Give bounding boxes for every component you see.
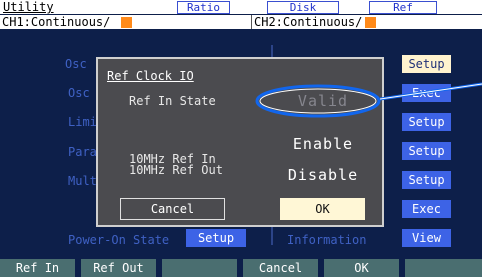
fkey-ok[interactable]: OK <box>324 259 399 277</box>
header-bar: Utility Ratio Disk Ref <box>0 0 482 14</box>
ch1-marker <box>121 17 132 28</box>
tab-ref[interactable]: Ref <box>369 1 437 14</box>
view-button[interactable]: View <box>402 229 451 247</box>
setup-button-2[interactable]: Setup <box>402 113 451 131</box>
channel-divider <box>251 15 252 29</box>
dialog-title: Ref Clock IO <box>107 69 194 83</box>
ref-in-state-value: Valid <box>297 92 349 110</box>
menu-label-osc-1: Osc <box>65 57 87 71</box>
setup-button-3[interactable]: Setup <box>402 142 451 160</box>
channel-status-bar: CH1:Continuous/ CH2:Continuous/ <box>0 15 482 29</box>
setup-button-4[interactable]: Setup <box>402 171 451 189</box>
fkey-cancel[interactable]: Cancel <box>243 259 318 277</box>
ch2-marker <box>365 17 376 28</box>
power-on-setup-button[interactable]: Setup <box>186 229 246 247</box>
page-title: Utility <box>3 0 54 14</box>
ref-clock-io-dialog: Ref Clock IO Ref In State 10MHz Ref In 1… <box>96 57 384 227</box>
cancel-button[interactable]: Cancel <box>120 198 225 220</box>
ch1-status: CH1:Continuous/ <box>2 15 111 29</box>
tab-ratio[interactable]: Ratio <box>177 1 230 14</box>
fkey-ref-in[interactable]: Ref In <box>0 259 75 277</box>
fkey-blank-1[interactable] <box>162 259 237 277</box>
ch2-status: CH2:Continuous/ <box>254 15 363 29</box>
setup-button-1[interactable]: Setup <box>402 55 451 73</box>
power-on-state-label: Power-On State <box>68 233 170 247</box>
ref-in-state-label: Ref In State <box>129 94 216 108</box>
ref-out-label: 10MHz Ref Out <box>129 163 223 177</box>
exec-button-2[interactable]: Exec <box>402 200 451 218</box>
ref-out-value[interactable]: Disable <box>268 166 378 184</box>
menu-label-osc-2: Osc <box>68 86 90 100</box>
information-label: Information <box>287 233 367 247</box>
menu-label-limit: Limi <box>68 115 97 129</box>
exec-button-1[interactable]: Exec <box>402 84 451 102</box>
ref-in-value[interactable]: Enable <box>268 135 378 153</box>
tab-disk[interactable]: Disk <box>267 1 339 14</box>
menu-label-mult: Mult <box>68 174 97 188</box>
fkey-ref-out[interactable]: Ref Out <box>81 259 156 277</box>
instrument-screen: Utility Ratio Disk Ref CH1:Continuous/ C… <box>0 0 482 277</box>
ok-button[interactable]: OK <box>280 198 365 220</box>
fkey-blank-2[interactable] <box>405 259 482 277</box>
menu-label-param: Para <box>68 145 97 159</box>
